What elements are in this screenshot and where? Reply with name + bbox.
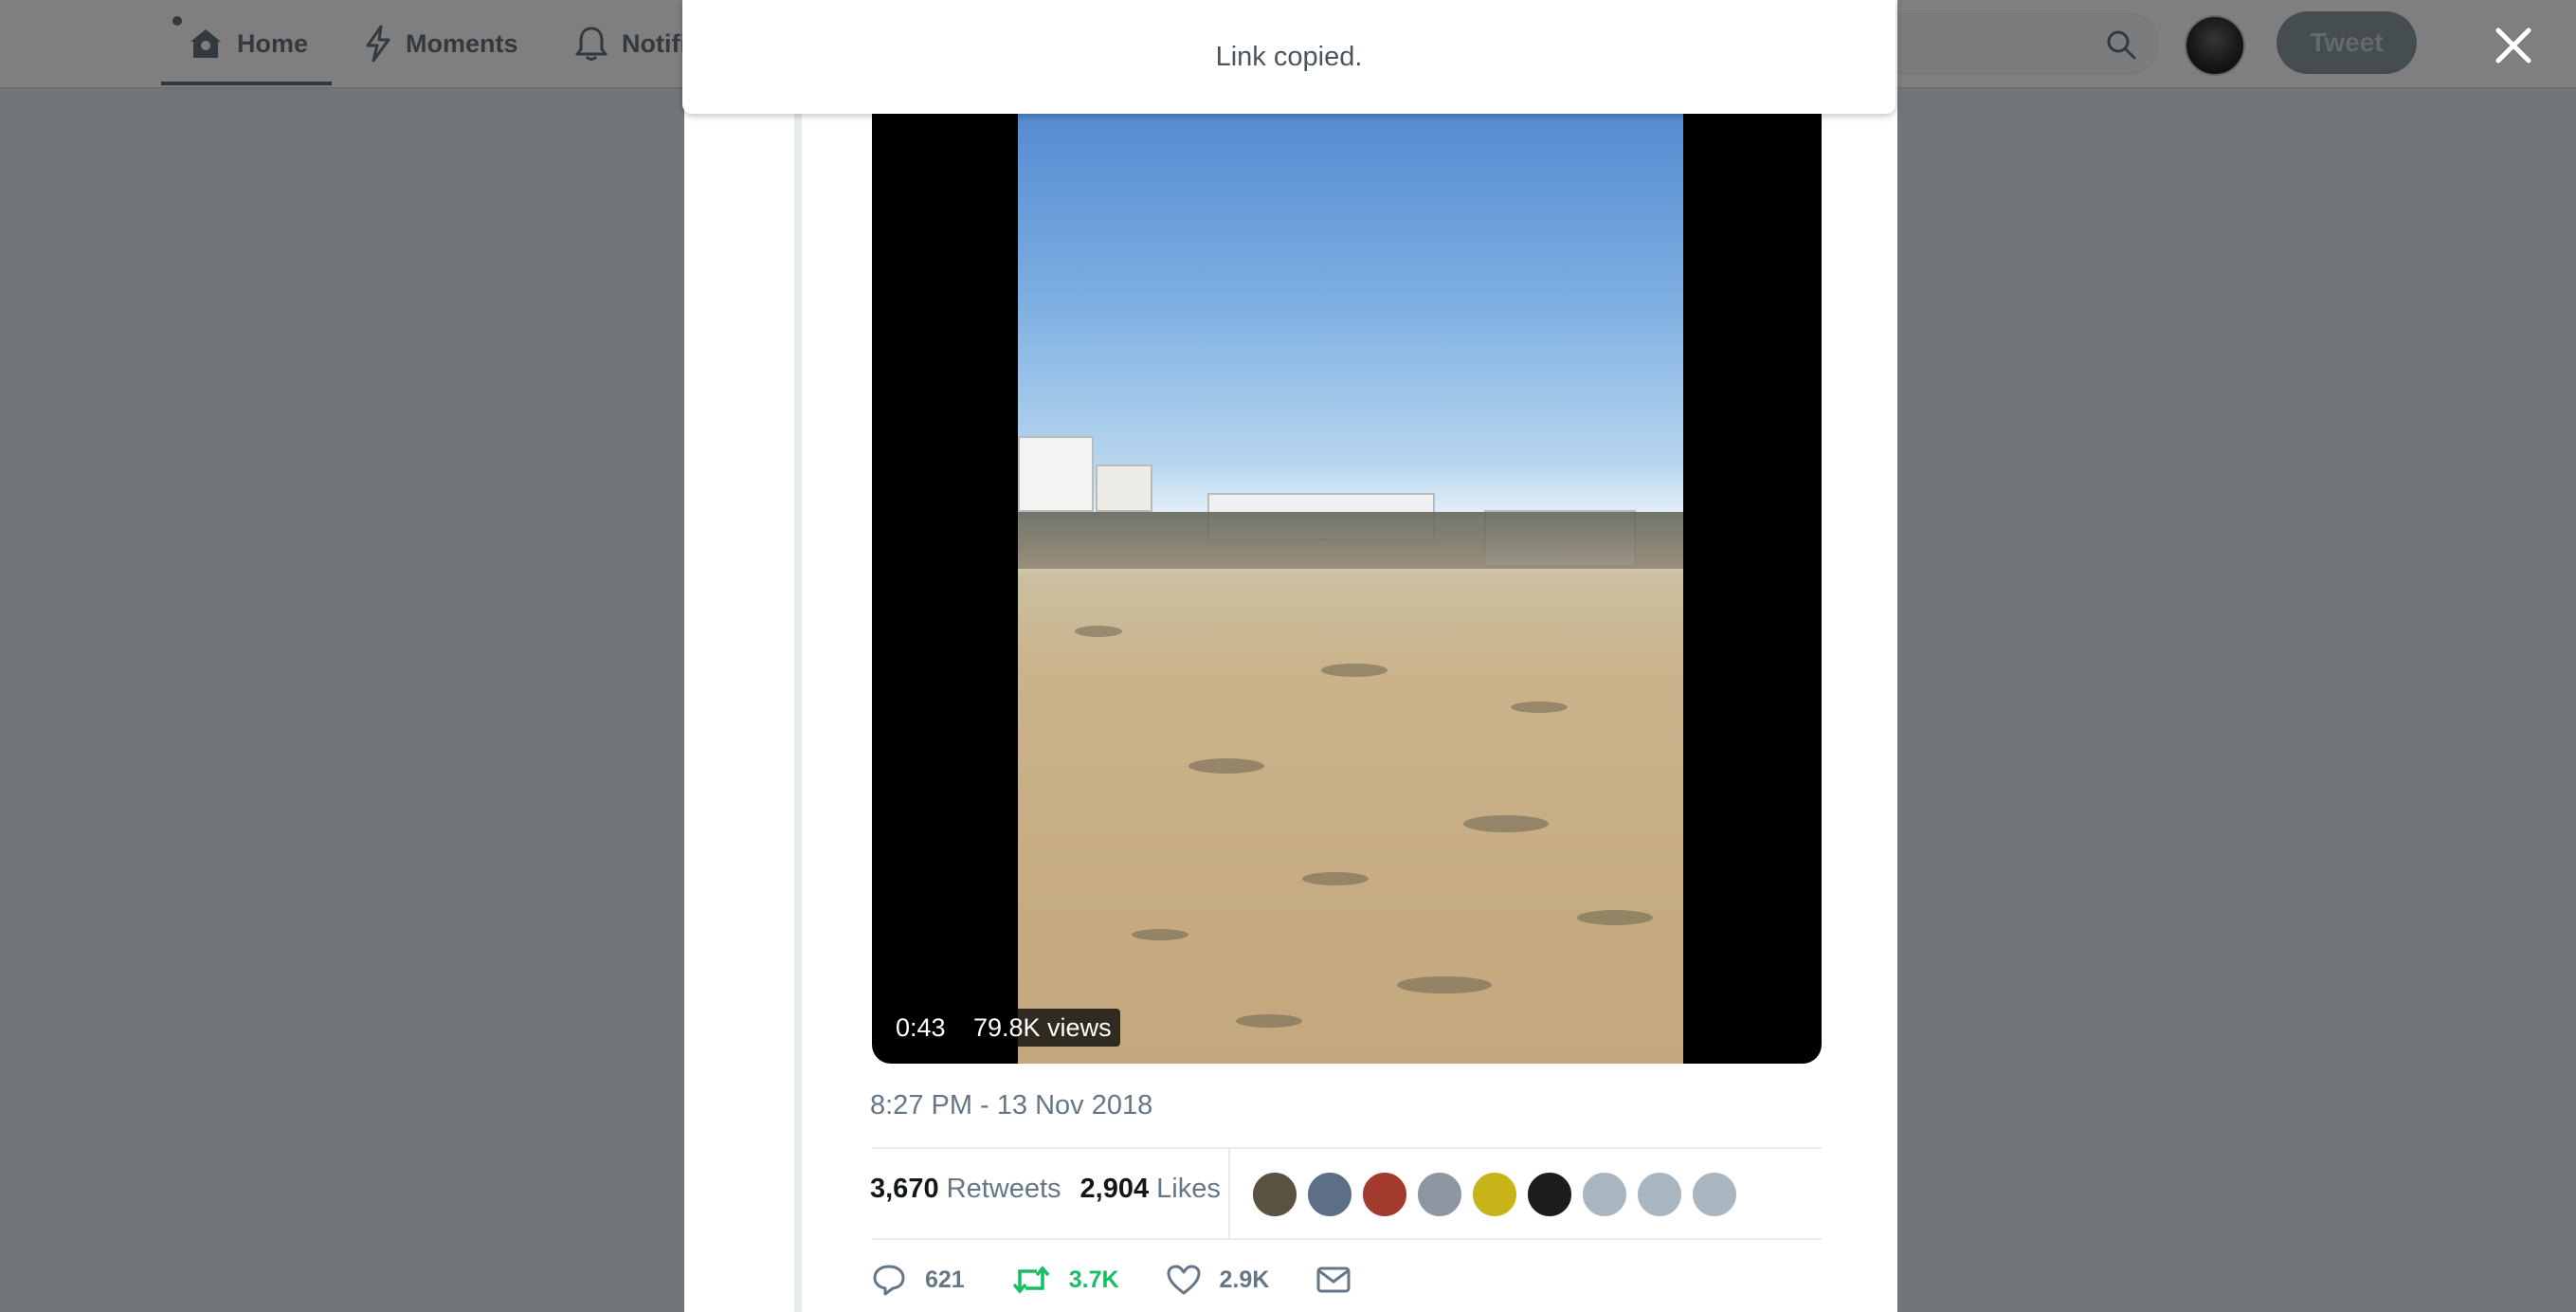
tweet-stats: 3,670 Retweets 2,904 Likes — [870, 1174, 1240, 1205]
liker-avatar[interactable] — [1636, 1171, 1683, 1218]
heart-icon — [1167, 1265, 1201, 1295]
close-icon[interactable] — [2494, 27, 2532, 64]
like-button[interactable]: 2.9K — [1167, 1265, 1270, 1295]
liker-avatar[interactable] — [1691, 1171, 1738, 1218]
retweet-count: 3.7K — [1068, 1266, 1119, 1293]
direct-message-button[interactable] — [1316, 1266, 1370, 1293]
reply-button[interactable]: 621 — [872, 1264, 965, 1296]
video-player[interactable]: 0:43 79.8K views — [872, 95, 1822, 1064]
divider — [872, 1147, 1822, 1149]
reply-icon — [873, 1265, 905, 1296]
retweets-label: Retweets — [946, 1174, 1061, 1204]
likes-label: Likes — [1156, 1174, 1221, 1204]
liker-avatar[interactable] — [1471, 1171, 1518, 1218]
retweets-stat[interactable]: 3,670 Retweets — [870, 1174, 1061, 1205]
envelope-icon — [1316, 1266, 1351, 1293]
likes-stat[interactable]: 2,904 Likes — [1080, 1174, 1221, 1205]
tweet-modal: 0:43 79.8K views 8:27 PM - 13 Nov 2018 3… — [684, 0, 1897, 1312]
liker-avatar[interactable] — [1251, 1171, 1298, 1218]
liker-avatar[interactable] — [1526, 1171, 1573, 1218]
video-views-badge: 79.8K views — [965, 1009, 1120, 1047]
retweet-icon — [1012, 1266, 1050, 1294]
video-duration-badge: 0:43 — [887, 1009, 954, 1047]
reply-count: 621 — [925, 1266, 965, 1293]
liker-avatar[interactable] — [1581, 1171, 1628, 1218]
liker-avatar[interactable] — [1361, 1171, 1408, 1218]
liker-avatars — [1251, 1171, 1746, 1218]
thread-line — [794, 0, 802, 1312]
like-count: 2.9K — [1219, 1266, 1270, 1293]
stats-divider — [1228, 1149, 1230, 1238]
video-frame — [1018, 95, 1683, 1064]
link-copied-toast: Link copied. — [682, 0, 1896, 114]
retweets-count: 3,670 — [870, 1174, 939, 1204]
liker-avatar[interactable] — [1416, 1171, 1463, 1218]
likes-count: 2,904 — [1079, 1174, 1150, 1204]
liker-avatar[interactable] — [1306, 1171, 1353, 1218]
retweet-button[interactable]: 3.7K — [1012, 1264, 1119, 1296]
tweet-timestamp[interactable]: 8:27 PM - 13 Nov 2018 — [870, 1090, 1152, 1121]
divider — [872, 1238, 1822, 1240]
tweet-actions: 621 3.7K 2.9K — [872, 1261, 1417, 1299]
